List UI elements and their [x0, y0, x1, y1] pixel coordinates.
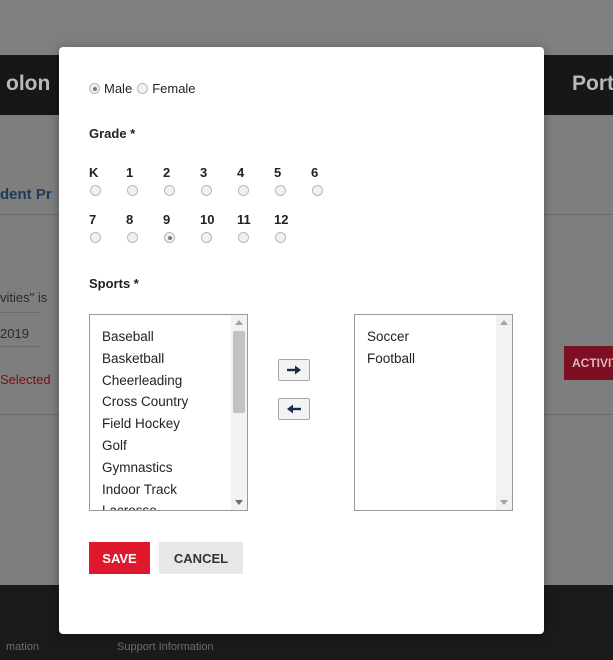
grade-option: 6	[311, 165, 335, 200]
grade-radio[interactable]	[275, 232, 286, 244]
list-scrollbar[interactable]	[231, 315, 247, 510]
grade-radio[interactable]	[201, 232, 212, 244]
grade-label: Grade *	[89, 126, 136, 141]
grade-option: 2	[163, 165, 187, 200]
save-button[interactable]: SAVE	[89, 542, 150, 574]
scroll-up-icon[interactable]	[235, 320, 243, 325]
grade-option: 9	[163, 212, 187, 247]
cancel-button[interactable]: CANCEL	[159, 542, 243, 574]
selected-sports-items: Soccer Football	[367, 326, 415, 370]
footer-support-link[interactable]: Support Information	[117, 641, 214, 653]
arrow-left-icon	[287, 404, 301, 414]
grade-radio[interactable]	[127, 232, 138, 244]
grade-option: 8	[126, 212, 150, 247]
list-item[interactable]: Football	[367, 348, 415, 370]
grade-option-label: 10	[200, 212, 215, 227]
grade-option-label: 7	[89, 212, 97, 227]
female-label: Female	[152, 81, 196, 96]
grade-option: 7	[89, 212, 113, 247]
grade-radio[interactable]	[164, 185, 175, 197]
grade-option-label: 2	[163, 165, 171, 180]
list-scrollbar[interactable]	[496, 315, 512, 510]
list-item[interactable]: Soccer	[367, 326, 415, 348]
list-item[interactable]: Cheerleading	[102, 370, 188, 392]
site-title-right: Portal	[572, 72, 613, 95]
grade-option: K	[89, 165, 113, 200]
list-item[interactable]: Indoor Track	[102, 479, 188, 501]
grade-option: 11	[237, 212, 261, 247]
add-sport-button[interactable]	[278, 359, 310, 381]
grade-option-label: 5	[274, 165, 282, 180]
footer-link[interactable]: mation	[6, 641, 39, 653]
grade-option-label: 12	[274, 212, 289, 227]
grade-option: 4	[237, 165, 261, 200]
bg-text-year: 2019	[0, 326, 29, 341]
available-sports-list[interactable]: Baseball Basketball Cheerleading Cross Coun…	[89, 314, 248, 511]
grade-option-label: K	[89, 165, 99, 180]
grade-radio[interactable]	[238, 232, 249, 244]
grade-option-label: 9	[163, 212, 171, 227]
grade-radio[interactable]	[127, 185, 138, 197]
grade-option: 10	[200, 212, 224, 247]
site-title-left: olon	[6, 72, 51, 95]
grade-radio[interactable]	[238, 185, 249, 197]
female-radio[interactable]	[137, 83, 149, 94]
grade-option-label: 8	[126, 212, 134, 227]
bg-text-selected: Selected	[0, 372, 51, 387]
grade-option: 12	[274, 212, 298, 247]
list-item[interactable]: Field Hockey	[102, 413, 188, 435]
scroll-down-icon[interactable]	[235, 500, 243, 505]
grade-radio[interactable]	[312, 185, 323, 197]
grade-option-label: 1	[126, 165, 134, 180]
grade-radio[interactable]	[164, 232, 175, 244]
list-item[interactable]: Basketball	[102, 348, 188, 370]
divider	[0, 346, 40, 347]
list-item[interactable]: Gymnastics	[102, 457, 188, 479]
bg-text-activities: vities" is	[0, 290, 48, 305]
available-sports-items: Baseball Basketball Cheerleading Cross Coun…	[102, 326, 188, 510]
list-item[interactable]: Baseball	[102, 326, 188, 348]
grade-option-label: 11	[237, 212, 251, 227]
scroll-up-icon[interactable]	[500, 320, 508, 325]
male-label: Male	[104, 81, 133, 96]
grade-option: 5	[274, 165, 298, 200]
page-subheading: dent Pr	[0, 186, 52, 203]
male-radio[interactable]	[89, 83, 100, 94]
sports-label: Sports *	[89, 276, 139, 291]
grade-option-label: 3	[200, 165, 208, 180]
grade-option-label: 4	[237, 165, 245, 180]
gender-selector: Male Female	[89, 81, 201, 96]
remove-sport-button[interactable]	[278, 398, 310, 420]
list-item[interactable]: Cross Country	[102, 391, 188, 413]
scroll-thumb[interactable]	[233, 331, 245, 413]
grade-radio[interactable]	[275, 185, 286, 197]
grade-option: 1	[126, 165, 150, 200]
arrow-right-icon	[287, 365, 301, 375]
grade-radio[interactable]	[201, 185, 212, 197]
activities-button[interactable]: ACTIVITIES	[564, 346, 613, 380]
divider	[0, 312, 40, 313]
list-item[interactable]: Lacrosse	[102, 500, 188, 510]
grade-radio[interactable]	[90, 232, 101, 244]
grade-option: 3	[200, 165, 224, 200]
grade-option-label: 6	[311, 165, 319, 180]
edit-activity-modal: Male Female Grade * K123456 7 8 9 10 11 12 Sp…	[59, 47, 544, 634]
list-item[interactable]: Golf	[102, 435, 188, 457]
scroll-down-icon[interactable]	[500, 500, 508, 505]
selected-sports-list[interactable]: Soccer Football	[354, 314, 513, 511]
grade-radio[interactable]	[90, 185, 101, 197]
